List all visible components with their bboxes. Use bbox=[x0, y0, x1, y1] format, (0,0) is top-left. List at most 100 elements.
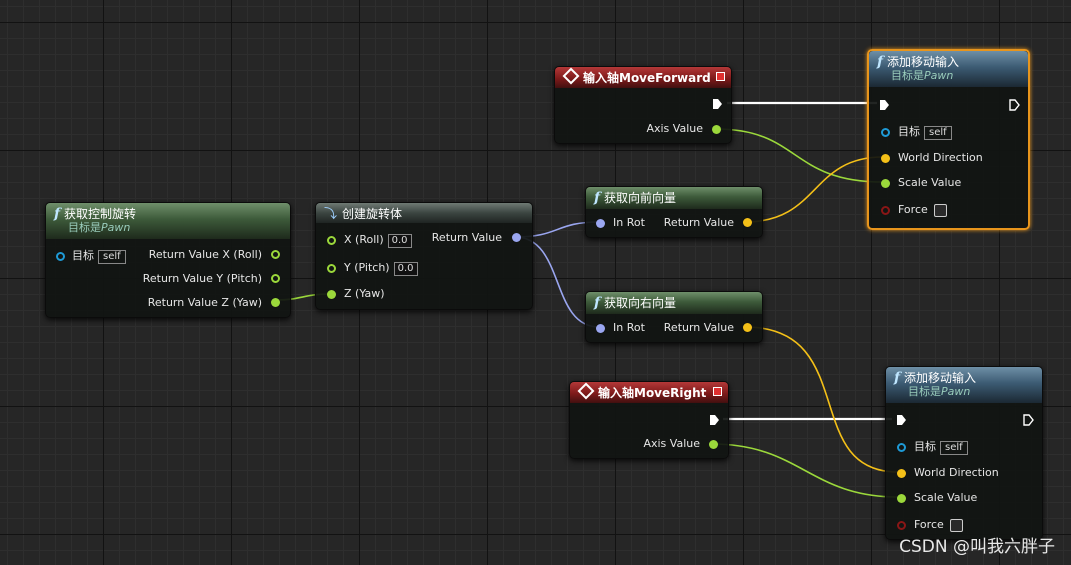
out-z-label: Return Value Z (Yaw) bbox=[147, 296, 262, 309]
return-label: Return Value bbox=[431, 231, 502, 244]
out-x-label: Return Value X (Roll) bbox=[148, 248, 262, 261]
exec-out-pin-icon[interactable] bbox=[1009, 99, 1020, 111]
node-header[interactable]: 输入轴MoveForward bbox=[555, 67, 731, 88]
node-add-movement-input-2[interactable]: f 添加移动输入 目标是Pawn 目标 self World Direction S… bbox=[885, 366, 1043, 540]
node-header[interactable]: f 添加移动输入 目标是Pawn bbox=[886, 367, 1042, 403]
vector-wire-right bbox=[744, 326, 899, 473]
node-title: 添加移动输入 bbox=[904, 371, 977, 385]
return-pin[interactable] bbox=[512, 233, 521, 242]
return-label: Return Value bbox=[663, 216, 734, 229]
out-y-pin[interactable] bbox=[271, 274, 280, 283]
return-pin[interactable] bbox=[743, 323, 752, 332]
self-box[interactable]: self bbox=[940, 441, 968, 455]
world-direction-pin[interactable] bbox=[881, 154, 890, 163]
node-header[interactable]: 输入轴MoveRight bbox=[570, 382, 728, 403]
node-header[interactable]: f 获取控制旋转 目标是Pawn bbox=[46, 203, 290, 239]
function-icon: f bbox=[894, 370, 901, 386]
force-pin[interactable] bbox=[897, 521, 906, 530]
out-y-label: Return Value Y (Pitch) bbox=[142, 272, 262, 285]
function-icon: f bbox=[594, 295, 601, 311]
force-label: Force bbox=[898, 203, 928, 216]
force-checkbox[interactable] bbox=[933, 203, 947, 217]
input-axis-event-icon bbox=[562, 67, 580, 85]
float-wire-axis-forward bbox=[715, 128, 884, 183]
axis-value-pin[interactable] bbox=[712, 125, 721, 134]
in-rot-label: In Rot bbox=[613, 321, 645, 334]
self-box[interactable]: self bbox=[924, 126, 952, 140]
target-pin[interactable] bbox=[56, 252, 65, 261]
force-label: Force bbox=[914, 518, 944, 531]
y-label: Y (Pitch) bbox=[344, 261, 390, 274]
node-title: 创建旋转体 bbox=[342, 207, 403, 221]
node-title: 添加移动输入 bbox=[887, 55, 960, 69]
node-header[interactable]: f 获取向右向量 bbox=[586, 292, 762, 314]
node-title: 获取控制旋转 bbox=[64, 207, 137, 221]
node-title: 输入轴MoveRight bbox=[598, 386, 707, 400]
y-pin[interactable] bbox=[327, 264, 336, 273]
delegate-pin-icon[interactable] bbox=[713, 387, 722, 396]
scale-value-label: Scale Value bbox=[898, 176, 962, 189]
exec-pin-icon[interactable] bbox=[709, 414, 720, 426]
force-checkbox[interactable] bbox=[949, 518, 963, 532]
node-header[interactable]: f 获取向前向量 bbox=[586, 187, 762, 209]
node-get-right-vector[interactable]: f 获取向右向量 In Rot Return Value bbox=[585, 291, 763, 343]
axis-value-label: Axis Value bbox=[646, 122, 703, 135]
input-axis-event-icon bbox=[577, 382, 595, 400]
out-x-pin[interactable] bbox=[271, 250, 280, 259]
x-label: X (Roll) bbox=[344, 233, 384, 246]
in-rot-label: In Rot bbox=[613, 216, 645, 229]
node-subtitle: 目标是Pawn bbox=[891, 69, 954, 82]
x-value-input[interactable]: 0.0 bbox=[387, 234, 412, 248]
scale-value-pin[interactable] bbox=[881, 179, 890, 188]
force-row: Force bbox=[914, 518, 963, 532]
node-title: 获取向右向量 bbox=[604, 296, 677, 310]
exec-in-pin-icon[interactable] bbox=[896, 414, 907, 426]
target-row: 目标 self bbox=[898, 125, 952, 140]
x-pin[interactable] bbox=[327, 236, 336, 245]
return-pin[interactable] bbox=[743, 218, 752, 227]
node-header[interactable]: ⤵ 创建旋转体 bbox=[316, 203, 532, 223]
return-label: Return Value bbox=[663, 321, 734, 334]
target-label: 目标 bbox=[898, 125, 920, 138]
function-icon: f bbox=[54, 206, 61, 222]
node-title: 输入轴MoveForward bbox=[583, 71, 711, 85]
world-direction-pin[interactable] bbox=[897, 469, 906, 478]
force-pin[interactable] bbox=[881, 206, 890, 215]
self-box[interactable]: self bbox=[98, 250, 126, 264]
target-label: 目标 bbox=[72, 249, 94, 262]
axis-value-pin[interactable] bbox=[709, 440, 718, 449]
scale-value-pin[interactable] bbox=[897, 494, 906, 503]
in-rot-pin[interactable] bbox=[596, 324, 605, 333]
x-row: X (Roll) 0.0 bbox=[344, 233, 412, 248]
node-header[interactable]: f 添加移动输入 目标是Pawn bbox=[869, 51, 1028, 87]
y-value-input[interactable]: 0.0 bbox=[393, 262, 418, 276]
world-direction-label: World Direction bbox=[914, 466, 999, 479]
world-direction-label: World Direction bbox=[898, 151, 983, 164]
out-z-pin[interactable] bbox=[271, 298, 280, 307]
node-get-forward-vector[interactable]: f 获取向前向量 In Rot Return Value bbox=[585, 186, 763, 238]
node-title: 获取向前向量 bbox=[604, 191, 677, 205]
node-make-rotator[interactable]: ⤵ 创建旋转体 X (Roll) 0.0 Y (Pitch) 0.0 Z (Yaw) … bbox=[315, 202, 533, 310]
watermark: CSDN @叫我六胖子 bbox=[899, 537, 1055, 557]
node-subtitle: 目标是Pawn bbox=[908, 385, 971, 398]
function-icon: f bbox=[594, 190, 601, 206]
target-label: 目标 bbox=[914, 440, 936, 453]
exec-in-pin-icon[interactable] bbox=[879, 99, 890, 111]
z-label: Z (Yaw) bbox=[344, 287, 385, 300]
node-get-control-rotation[interactable]: f 获取控制旋转 目标是Pawn 目标 self Return Value X (R… bbox=[45, 202, 291, 318]
exec-pin-icon[interactable] bbox=[712, 98, 723, 110]
exec-out-pin-icon[interactable] bbox=[1023, 414, 1034, 426]
make-rotator-icon: ⤵ bbox=[324, 207, 338, 222]
target-pin[interactable] bbox=[897, 443, 906, 452]
axis-value-label: Axis Value bbox=[643, 437, 700, 450]
force-row: Force bbox=[898, 203, 947, 217]
delegate-pin-icon[interactable] bbox=[716, 72, 725, 81]
y-row: Y (Pitch) 0.0 bbox=[344, 261, 418, 276]
target-pin[interactable] bbox=[881, 128, 890, 137]
z-pin[interactable] bbox=[327, 290, 336, 299]
node-add-movement-input-1[interactable]: f 添加移动输入 目标是Pawn 目标 self World Direction S… bbox=[867, 49, 1030, 230]
node-input-axis-moveforward[interactable]: 输入轴MoveForward Axis Value bbox=[554, 66, 732, 144]
in-rot-pin[interactable] bbox=[596, 219, 605, 228]
scale-value-label: Scale Value bbox=[914, 491, 978, 504]
node-input-axis-moveright[interactable]: 输入轴MoveRight Axis Value bbox=[569, 381, 729, 459]
